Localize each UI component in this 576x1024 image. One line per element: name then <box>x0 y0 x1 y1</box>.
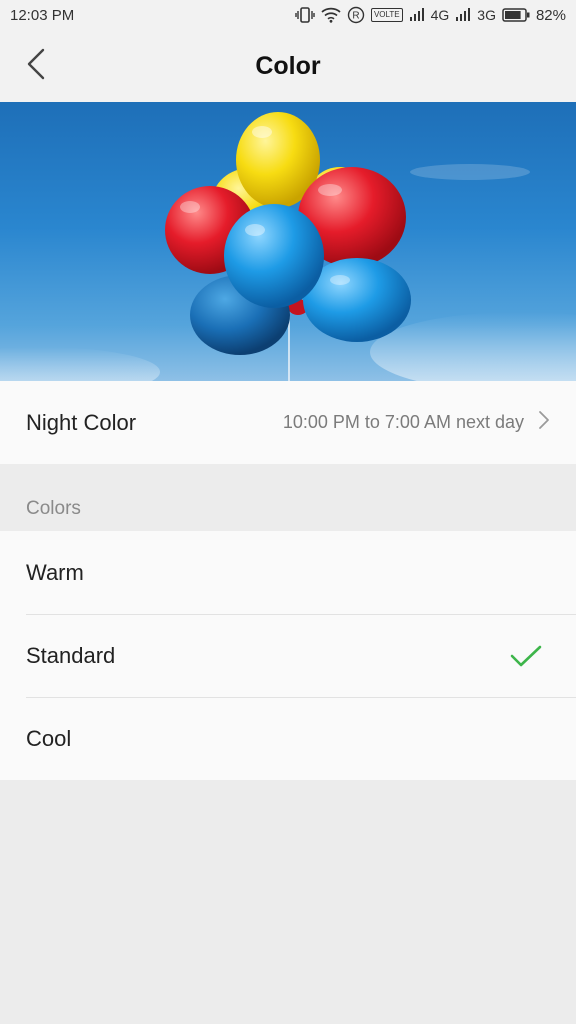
vibrate-icon <box>295 6 315 24</box>
back-button[interactable] <box>18 48 54 84</box>
night-color-value-group: 10:00 PM to 7:00 AM next day <box>283 410 550 435</box>
color-preview-image <box>0 102 576 381</box>
night-color-schedule: 10:00 PM to 7:00 AM next day <box>282 412 524 432</box>
volte-badge: VOLTE <box>370 8 403 22</box>
app-header: Color <box>0 30 576 102</box>
night-color-row[interactable]: Night Color 10:00 PM to 7:00 AM next day <box>0 381 576 464</box>
page-title: Color <box>255 51 321 80</box>
color-option-label: Cool <box>26 725 72 751</box>
status-bar: 12:03 PM R VOLTE 4G 3G 82% <box>0 0 576 30</box>
status-time: 12:03 PM <box>10 6 75 24</box>
checkmark-icon <box>508 638 544 674</box>
svg-text:R: R <box>352 11 359 22</box>
signal-icon-2 <box>455 8 471 22</box>
battery-percent: 82% <box>535 6 566 24</box>
chevron-left-icon <box>26 48 46 85</box>
color-option-standard[interactable]: Standard <box>0 614 576 697</box>
roaming-icon: R <box>347 6 365 24</box>
network-3g-label: 3G <box>477 7 496 23</box>
wifi-icon <box>321 7 341 23</box>
colors-option-list: Warm Standard Cool <box>0 531 576 780</box>
signal-icon-1 <box>409 8 425 22</box>
chevron-right-icon <box>538 410 550 435</box>
color-option-label: Standard <box>26 642 116 668</box>
color-option-warm[interactable]: Warm <box>0 531 576 614</box>
status-icons: R VOLTE 4G 3G 82% <box>295 6 566 24</box>
battery-icon <box>502 8 530 22</box>
network-4g-label: 4G <box>430 7 450 23</box>
night-color-label: Night Color <box>26 409 137 435</box>
color-option-label: Warm <box>26 559 84 585</box>
color-option-cool[interactable]: Cool <box>0 697 576 780</box>
colors-section-header: Colors <box>0 464 576 531</box>
